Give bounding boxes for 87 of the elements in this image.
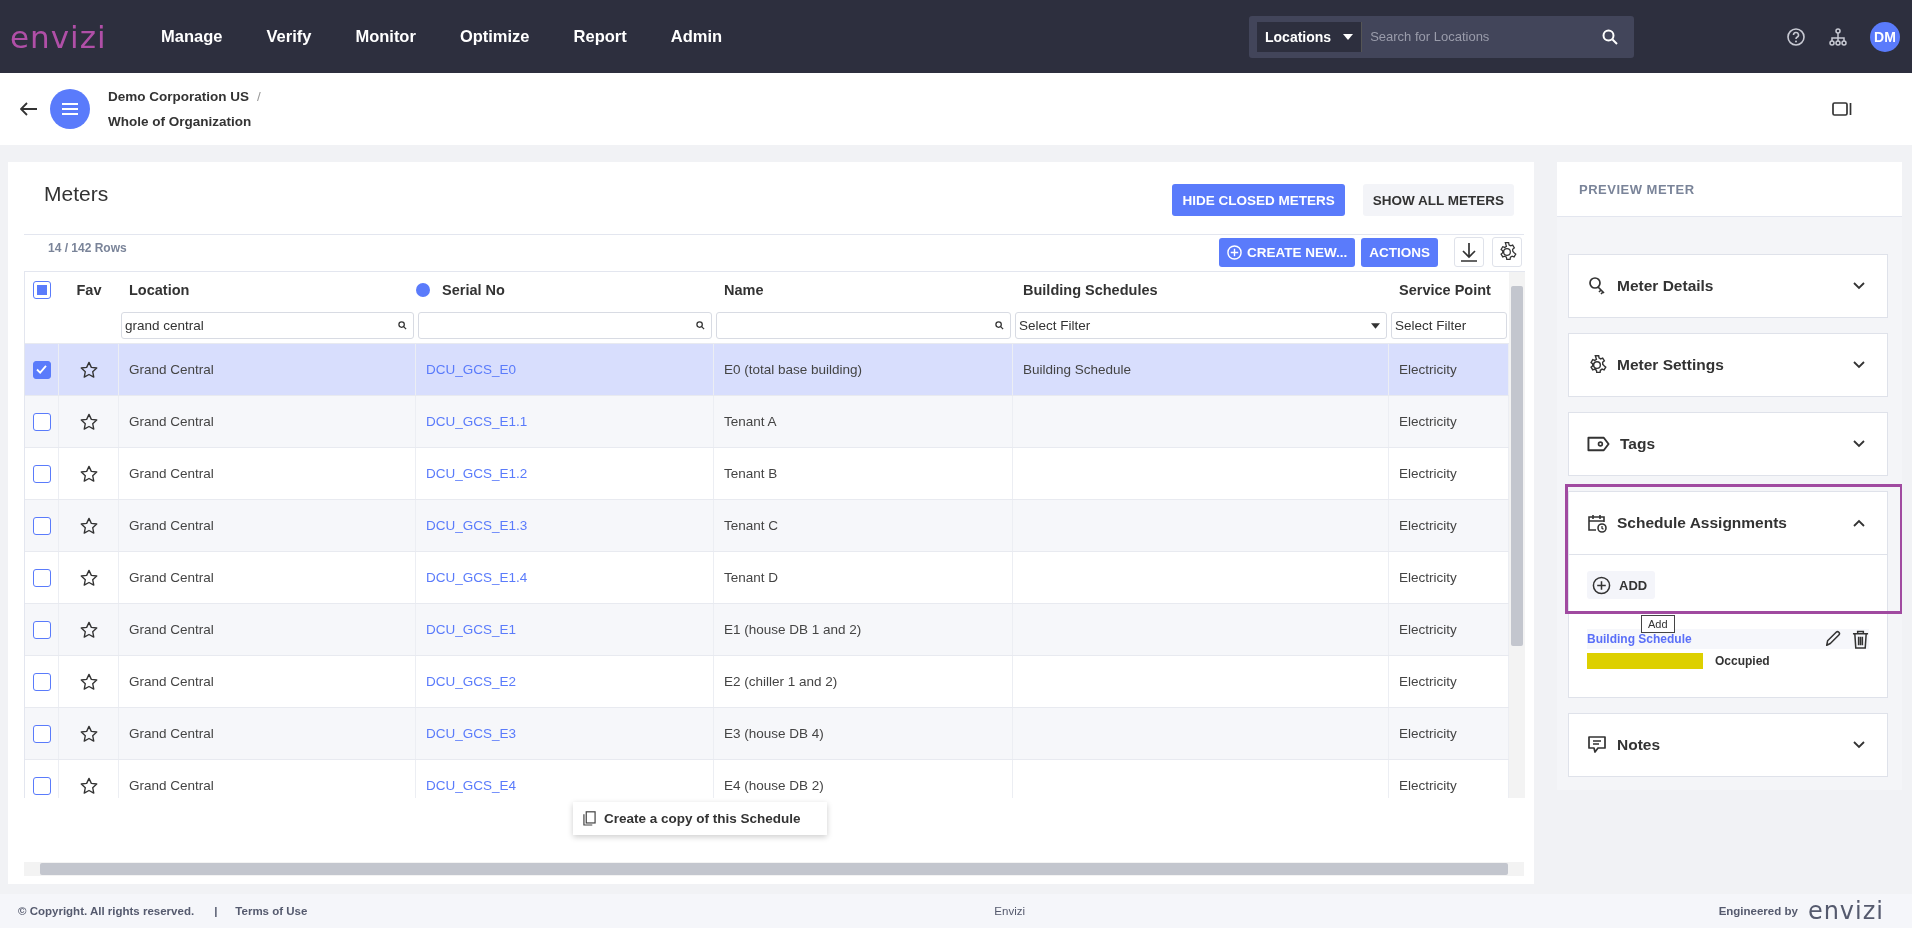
table-row[interactable]: Grand Central DCU_GCS_E1.3 Tenant C Electricity xyxy=(25,499,1509,551)
table-cell: E3 (house DB 4) xyxy=(724,726,824,741)
filter-dropdown[interactable]: Select Filter xyxy=(1015,312,1387,339)
table-cell: Electricity xyxy=(1399,726,1457,741)
engineered-by-text: Engineered by xyxy=(1718,905,1798,917)
terms-link[interactable]: Terms of Use xyxy=(235,905,308,917)
table-cell: Grand Central xyxy=(129,414,214,429)
accordion-header[interactable]: Schedule Assignments xyxy=(1569,492,1887,555)
table-cell: Grand Central xyxy=(129,674,214,689)
table-cell: Electricity xyxy=(1399,622,1457,637)
column-header[interactable]: Name xyxy=(724,282,764,298)
nav-link[interactable]: Optimize xyxy=(437,27,552,46)
table-row[interactable]: Grand Central DCU_GCS_E2 E2 (chiller 1 and 2) Electricity xyxy=(25,655,1509,707)
table-cell: Grand Central xyxy=(129,570,214,585)
serial-link[interactable]: DCU_GCS_E1.4 xyxy=(426,570,528,585)
table-cell: Electricity xyxy=(1399,778,1457,793)
search-field[interactable]: Search for Locations xyxy=(1368,28,1596,45)
copyright-text: © Copyright. All rights reserved. xyxy=(18,905,195,917)
nav-link[interactable]: Admin xyxy=(648,27,745,46)
table-cell: Grand Central xyxy=(129,778,214,793)
table-cell: Tenant A xyxy=(724,414,777,429)
user-avatar[interactable]: DM xyxy=(1870,21,1900,52)
table-cell: Electricity xyxy=(1399,414,1457,429)
table-cell: Tenant B xyxy=(724,466,778,481)
serial-link[interactable]: DCU_GCS_E1.2 xyxy=(426,466,528,481)
footer-logo: envizi xyxy=(1807,897,1884,925)
table-cell: Grand Central xyxy=(129,622,214,637)
serial-link[interactable]: DCU_GCS_E1 xyxy=(426,622,517,637)
column-header[interactable]: Service Point xyxy=(1399,282,1491,298)
context-menu-item[interactable]: Create a copy of this Schedule xyxy=(573,802,827,835)
table-cell: Grand Central xyxy=(129,726,214,741)
table-row[interactable]: Grand Central DCU_GCS_E4 E4 (house DB 2) Electricity xyxy=(25,759,1509,798)
table-cell: Tenant D xyxy=(724,570,779,585)
table-row[interactable]: Grand Central DCU_GCS_E3 E3 (house DB 4) Electricity xyxy=(25,707,1509,759)
table-cell: Electricity xyxy=(1399,674,1457,689)
scope-dropdown[interactable]: Locations xyxy=(1257,21,1363,52)
table-cell: E0 (total base building) xyxy=(724,362,863,377)
serial-link[interactable]: DCU_GCS_E3 xyxy=(426,726,517,741)
accordion-header[interactable]: Tags xyxy=(1569,413,1887,475)
breadcrumb-current: Whole of Organization xyxy=(108,114,253,129)
column-header[interactable]: Serial No xyxy=(442,282,505,298)
page-title: Meters xyxy=(44,182,109,206)
serial-link[interactable]: DCU_GCS_E2 xyxy=(426,674,517,689)
accordion-header[interactable]: Meter Settings xyxy=(1569,334,1887,396)
nav-link[interactable]: Verify xyxy=(244,27,334,46)
column-header[interactable]: Building Schedules xyxy=(1023,282,1158,298)
filter-dropdown[interactable]: Select Filter xyxy=(1391,312,1507,339)
table-cell: E2 (chiller 1 and 2) xyxy=(724,674,838,689)
serial-link[interactable]: DCU_GCS_E4 xyxy=(426,778,517,793)
table-cell: E4 (house DB 2) xyxy=(724,778,824,793)
serial-link[interactable]: DCU_GCS_E1.3 xyxy=(426,518,528,533)
nav-link[interactable]: Monitor xyxy=(333,27,438,46)
table-row[interactable]: Grand Central DCU_GCS_E1.2 Tenant B Electricity xyxy=(25,447,1509,499)
nav-link[interactable]: Manage xyxy=(139,27,245,46)
table-cell: Electricity xyxy=(1399,518,1457,533)
tooltip: Add xyxy=(1641,615,1675,633)
serial-link[interactable]: DCU_GCS_E1.1 xyxy=(426,414,528,429)
create-new-button[interactable]: CREATE NEW... xyxy=(1219,237,1356,267)
table-row[interactable]: Grand Central DCU_GCS_E1.4 Tenant D Electricity xyxy=(25,551,1509,603)
column-header[interactable]: Fav xyxy=(76,282,102,298)
row-count: 14 / 142 Rows xyxy=(48,241,127,255)
add-button[interactable]: ADD xyxy=(1587,571,1656,599)
show-all-button[interactable]: SHOW ALL METERS xyxy=(1362,184,1514,216)
table-row[interactable]: Grand Central DCU_GCS_E0 E0 (total base building) Building Schedule Electricity xyxy=(25,343,1509,395)
table-cell: Electricity xyxy=(1399,570,1457,585)
breadcrumb-separator: / xyxy=(257,89,261,104)
filter-field[interactable]: grand central xyxy=(121,312,414,339)
table-cell: Grand Central xyxy=(129,362,214,377)
table-cell: Tenant C xyxy=(724,518,779,533)
schedule-label: Occupied xyxy=(1715,654,1770,668)
table-row[interactable]: Grand Central DCU_GCS_E1 E1 (house DB 1 and 2) Electricity xyxy=(25,603,1509,655)
table-cell: Electricity xyxy=(1399,466,1457,481)
table-cell: Electricity xyxy=(1399,362,1457,377)
footer-separator: | xyxy=(214,905,218,917)
table-cell: Building Schedule xyxy=(1023,362,1132,377)
accordion-header[interactable]: Meter Details xyxy=(1569,255,1887,317)
actions-button[interactable]: ACTIONS xyxy=(1361,237,1438,267)
nav-link[interactable]: Report xyxy=(551,27,649,46)
table-cell: Grand Central xyxy=(129,466,214,481)
column-header[interactable]: Location xyxy=(129,282,190,298)
hide-closed-button[interactable]: HIDE CLOSED METERS xyxy=(1172,184,1345,216)
table-cell: Grand Central xyxy=(129,518,214,533)
accordion-header[interactable]: Notes xyxy=(1569,714,1887,776)
footer-brand-text: Envizi xyxy=(994,905,1026,917)
breadcrumb-link[interactable]: Demo Corporation US xyxy=(108,89,249,104)
table-row[interactable]: Grand Central DCU_GCS_E1.1 Tenant A Electricity xyxy=(25,395,1509,447)
table-cell: E1 (house DB 1 and 2) xyxy=(724,622,862,637)
